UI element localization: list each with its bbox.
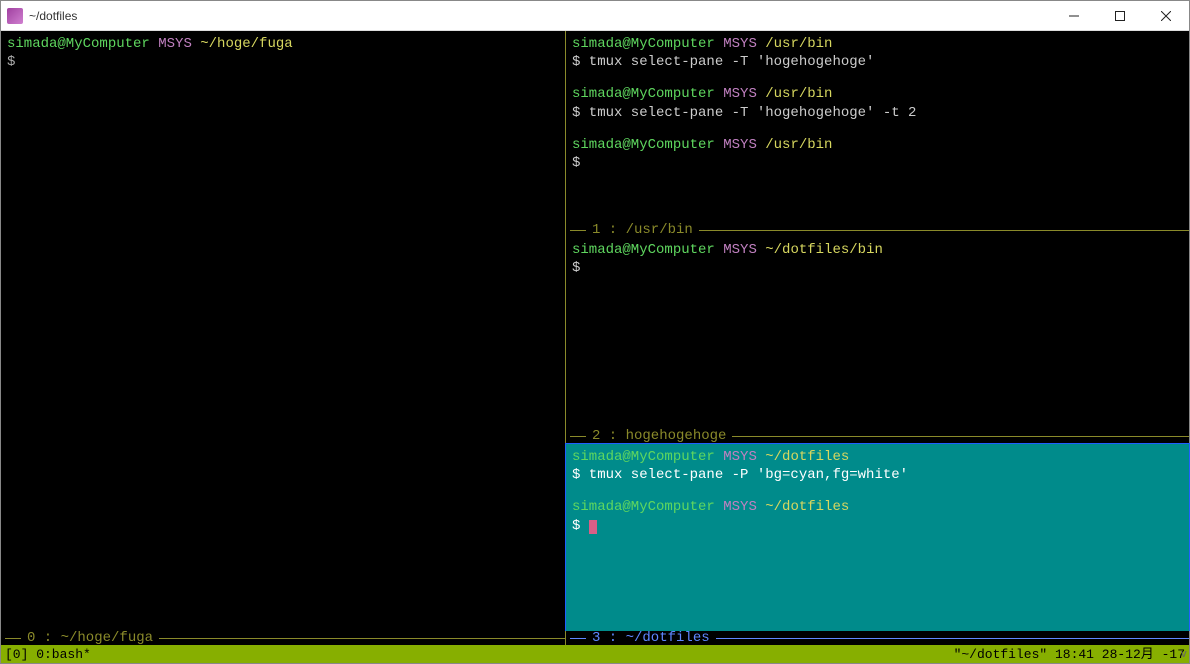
prompt-dollar: $ (7, 53, 559, 71)
prompt-dollar: $ (572, 154, 1183, 172)
terminal[interactable]: ʌ simada@MyComputer MSYS ~/hoge/fuga $ 0… (1, 31, 1189, 663)
status-right: "~/dotfiles" 18:41 28-12月 -17 (954, 648, 1185, 661)
window-controls (1051, 1, 1189, 30)
prompt-line: simada@MyComputer MSYS /usr/bin (572, 85, 1183, 103)
prompt-line: simada@MyComputer MSYS ~/dotfiles (572, 498, 1183, 516)
minimize-button[interactable] (1051, 1, 1097, 30)
titlebar[interactable]: ~/dotfiles (1, 1, 1189, 31)
prompt-user: simada@MyComputer (7, 36, 150, 52)
pane-border-label-text: 0 : ~/hoge/fuga (21, 631, 159, 645)
prompt-line: simada@MyComputer MSYS ~/dotfiles/bin (572, 241, 1183, 259)
status-left: [0] 0:bash* (5, 648, 954, 661)
pane-2-border: 2 : hogehogehoge (566, 429, 1189, 443)
window-title: ~/dotfiles (29, 9, 1051, 23)
pane-0-border: 0 : ~/hoge/fuga (1, 631, 565, 645)
prompt-env: MSYS (158, 36, 192, 52)
app-icon (7, 8, 23, 24)
pane-border-label-text: 1 : /usr/bin (586, 223, 699, 237)
close-icon (1161, 11, 1171, 21)
prompt-path: ~/hoge/fuga (200, 36, 292, 52)
pane-0[interactable]: simada@MyComputer MSYS ~/hoge/fuga $ (1, 31, 565, 645)
scroll-down-icon[interactable]: v (1180, 649, 1187, 661)
pane-border-label-text: 2 : hogehogehoge (586, 429, 732, 443)
prompt-line: simada@MyComputer MSYS /usr/bin (572, 136, 1183, 154)
maximize-icon (1115, 11, 1125, 21)
app-window: ~/dotfiles ʌ simada@MyComputer MSYS ~/ho… (0, 0, 1190, 664)
pane-3-active-wrapper: simada@MyComputer MSYS ~/dotfiles $ tmux… (565, 443, 1190, 631)
prompt-dollar: $ (572, 259, 1183, 277)
prompt-line: simada@MyComputer MSYS /usr/bin (572, 35, 1183, 53)
command-line: $ tmux select-pane -T 'hogehogehoge' (572, 53, 1183, 71)
prompt-line: simada@MyComputer MSYS ~/hoge/fuga (7, 35, 559, 53)
command-line: $ tmux select-pane -P 'bg=cyan,fg=white' (572, 466, 1183, 484)
pane-2[interactable]: simada@MyComputer MSYS ~/dotfiles/bin $ (566, 237, 1189, 429)
pane-1-border: 1 : /usr/bin (566, 223, 1189, 237)
prompt-line: simada@MyComputer MSYS ~/dotfiles (572, 448, 1183, 466)
right-column: simada@MyComputer MSYS /usr/bin $ tmux s… (565, 31, 1189, 645)
minimize-icon (1069, 11, 1079, 21)
pane-1[interactable]: simada@MyComputer MSYS /usr/bin $ tmux s… (566, 31, 1189, 223)
tmux-status-bar[interactable]: [0] 0:bash* "~/dotfiles" 18:41 28-12月 -1… (1, 645, 1189, 663)
left-column: simada@MyComputer MSYS ~/hoge/fuga $ 0 :… (1, 31, 565, 645)
pane-border-label-text: 3 : ~/dotfiles (586, 631, 716, 645)
pane-3-border: 3 : ~/dotfiles (566, 631, 1189, 645)
cursor (589, 520, 597, 534)
prompt-dollar-active: $ (572, 517, 1183, 535)
command-line: $ tmux select-pane -T 'hogehogehoge' -t … (572, 104, 1183, 122)
maximize-button[interactable] (1097, 1, 1143, 30)
close-button[interactable] (1143, 1, 1189, 30)
pane-3[interactable]: simada@MyComputer MSYS ~/dotfiles $ tmux… (566, 444, 1189, 631)
tmux-layout: simada@MyComputer MSYS ~/hoge/fuga $ 0 :… (1, 31, 1189, 645)
